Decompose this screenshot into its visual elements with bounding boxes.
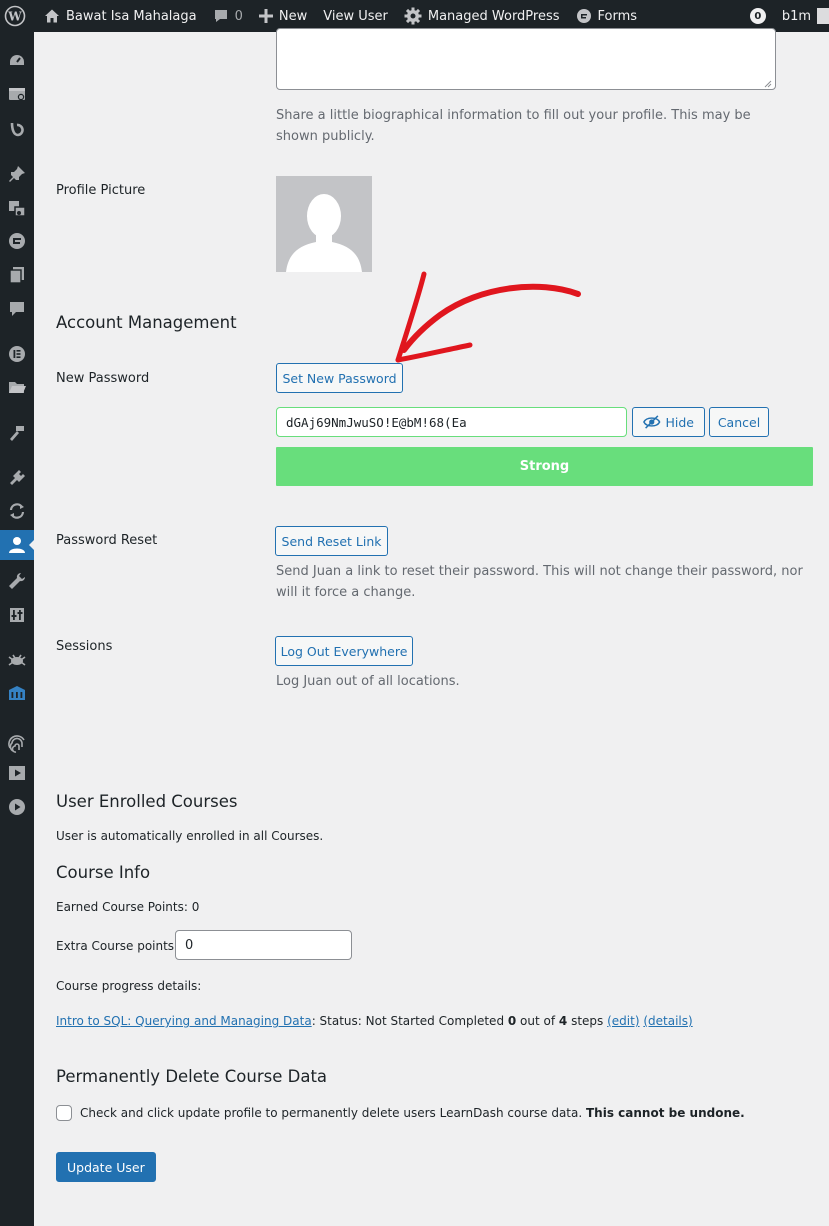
fingerprint-icon[interactable] <box>0 729 34 759</box>
dashboard-icon[interactable] <box>0 46 34 76</box>
new-label: New <box>278 8 308 24</box>
completed-steps: 0 <box>507 1014 517 1028</box>
avatar <box>817 8 829 24</box>
sessions-label: Sessions <box>56 639 113 654</box>
comment-icon <box>214 10 227 22</box>
hide-password-button[interactable]: Hide <box>632 407 705 437</box>
eye-slash-icon <box>643 415 661 429</box>
out-of-text: out of <box>516 1014 559 1028</box>
media-icon[interactable] <box>0 193 34 223</box>
delete-warning: This cannot be undone. <box>586 1106 745 1120</box>
new-password-label: New Password <box>56 371 150 386</box>
profile-form: Share a little biographical information … <box>34 28 829 1226</box>
gear-icon <box>404 7 422 25</box>
account-name: b1m <box>781 8 811 24</box>
elementor-icon[interactable] <box>0 339 34 369</box>
play-circle-icon[interactable] <box>0 792 34 822</box>
appearance-icon[interactable] <box>0 418 34 448</box>
update-user-button[interactable]: Update User <box>56 1152 156 1182</box>
send-reset-link-button[interactable]: Send Reset Link <box>275 526 388 556</box>
users-icon[interactable] <box>0 530 34 560</box>
building-icon[interactable] <box>0 679 34 709</box>
admin-menu <box>0 32 34 1226</box>
svg-text:W: W <box>7 10 22 24</box>
profile-avatar <box>276 176 372 272</box>
home-icon <box>45 9 59 23</box>
earned-points-text: Earned Course Points: 0 <box>56 900 200 914</box>
settings-icon[interactable] <box>0 600 34 630</box>
default-avatar-icon <box>276 176 372 272</box>
video-icon[interactable] <box>0 758 34 788</box>
forms-icon <box>576 9 591 23</box>
biographical-info-textarea[interactable] <box>276 28 776 90</box>
enrolled-text: User is automatically enrolled in all Co… <box>56 829 324 843</box>
course-info-heading: Course Info <box>56 863 151 882</box>
profile-picture-label: Profile Picture <box>56 183 146 198</box>
plus-icon <box>258 9 273 23</box>
course-status: : Status: Not Started Completed <box>311 1014 508 1028</box>
comments-link[interactable]: 0 <box>205 0 251 32</box>
user-enrolled-courses-heading: User Enrolled Courses <box>56 792 238 811</box>
tools-icon[interactable] <box>0 566 34 596</box>
course-link[interactable]: Intro to SQL: Querying and Managing Data <box>56 1014 312 1028</box>
bug-icon[interactable] <box>0 645 34 675</box>
edit-link[interactable]: (edit) <box>607 1014 639 1028</box>
plugin-brand-icon[interactable] <box>0 114 34 144</box>
forms-label: Forms <box>597 8 638 24</box>
new-password-input[interactable] <box>276 407 627 437</box>
my-account-link[interactable]: b1m <box>774 0 829 32</box>
site-name: Bawat Isa Mahalaga <box>66 8 197 24</box>
resize-handle-icon[interactable] <box>762 78 772 88</box>
password-strength-meter: Strong <box>276 447 813 486</box>
hide-label: Hide <box>665 414 695 430</box>
course-progress-row: Intro to SQL: Querying and Managing Data… <box>56 1014 693 1028</box>
notifications-badge: 0 <box>749 8 766 24</box>
wordpress-logo-icon[interactable]: W <box>0 0 34 32</box>
plugins-icon[interactable] <box>0 463 34 493</box>
set-new-password-button[interactable]: Set New Password <box>276 363 403 393</box>
folder-icon[interactable] <box>0 372 34 402</box>
comments-count: 0 <box>234 8 243 24</box>
delete-course-data-checkbox[interactable] <box>56 1105 72 1121</box>
delete-label-text: Check and click update profile to perman… <box>80 1106 586 1120</box>
comments-menu-icon[interactable] <box>0 294 34 324</box>
managed-wordpress-label: Managed WordPress <box>427 8 560 24</box>
cancel-password-button[interactable]: Cancel <box>709 407 769 437</box>
site-name-link[interactable]: Bawat Isa Mahalaga <box>34 0 205 32</box>
pin-icon[interactable] <box>0 159 34 189</box>
learndash-icon[interactable] <box>0 226 34 256</box>
delete-course-data-label: Check and click update profile to perman… <box>80 1106 745 1120</box>
sessions-description: Log Juan out of all locations. <box>276 674 460 689</box>
details-link[interactable]: (details) <box>643 1014 692 1028</box>
steps-text: steps <box>567 1014 608 1028</box>
pages-icon[interactable] <box>0 260 34 290</box>
hosting-icon[interactable] <box>0 79 34 109</box>
password-reset-description: Send Juan a link to reset their password… <box>276 564 803 600</box>
log-out-everywhere-button[interactable]: Log Out Everywhere <box>275 636 413 666</box>
view-user-label: View User <box>323 8 388 24</box>
password-reset-label: Password Reset <box>56 533 158 548</box>
extra-points-input[interactable] <box>175 930 352 960</box>
course-progress-label: Course progress details: <box>56 979 202 993</box>
account-management-heading: Account Management <box>56 313 237 332</box>
updates-icon[interactable] <box>0 496 34 526</box>
bio-description: Share a little biographical information … <box>276 108 751 144</box>
extra-points-label: Extra Course points <box>56 939 175 953</box>
total-steps: 4 <box>558 1014 568 1028</box>
delete-course-data-heading: Permanently Delete Course Data <box>56 1067 328 1086</box>
